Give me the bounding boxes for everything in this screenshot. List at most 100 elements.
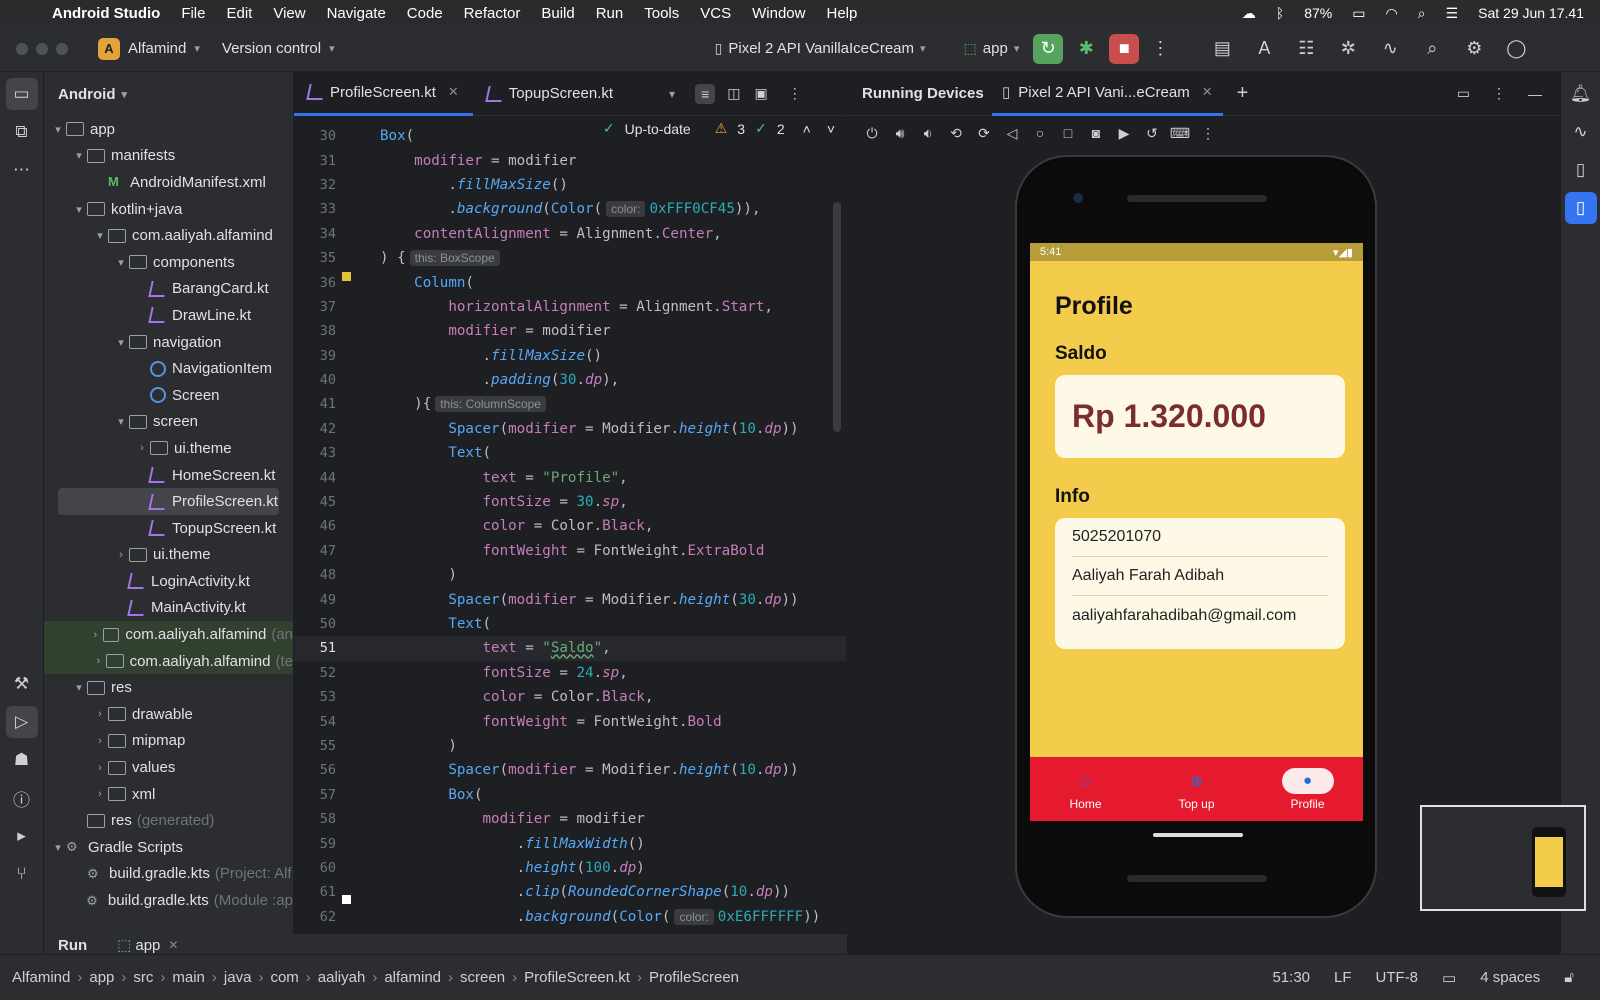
breadcrumb-item[interactable]: ProfileScreen.kt (524, 969, 630, 986)
line-number[interactable]: 55 (294, 738, 350, 754)
tree-item[interactable]: ▾ com.aaliyah.alfamind (44, 222, 293, 249)
problems-icon[interactable]: ⓘ (6, 782, 38, 814)
tree-item[interactable]: HomeScreen.kt (44, 462, 293, 489)
indent-setting[interactable]: 4 spaces (1480, 969, 1540, 987)
reset-icon[interactable]: ↺ (1141, 125, 1163, 142)
file-encoding[interactable]: UTF-8 (1376, 969, 1419, 987)
tree-item[interactable]: ▾ kotlin+java (44, 196, 293, 223)
line-number[interactable]: 41 (294, 396, 350, 412)
code-line[interactable]: 45 fontSize = 30.sp, (294, 490, 846, 514)
code-text[interactable]: color = Color.Black, (380, 689, 654, 705)
tree-item[interactable]: Screen (44, 382, 293, 409)
code-text[interactable]: Column( (380, 275, 474, 291)
chevron-right-icon[interactable]: › (92, 762, 108, 774)
code-text[interactable]: Spacer(modifier = Modifier.height(30.dp)… (380, 592, 798, 608)
more-icon[interactable]: ⋮ (1197, 125, 1219, 142)
window-minimize-button[interactable] (36, 42, 48, 55)
code-text[interactable]: .fillMaxSize() (380, 177, 568, 193)
chevron-down-icon[interactable]: ▾ (50, 841, 66, 854)
code-line[interactable]: 55 ) (294, 734, 846, 758)
menu-file[interactable]: File (181, 5, 205, 22)
home-icon[interactable]: ○ (1029, 125, 1051, 141)
code-line[interactable]: 56 Spacer(modifier = Modifier.height(10.… (294, 758, 846, 782)
code-text[interactable]: Box( (380, 787, 482, 803)
design-view-icon[interactable]: ▣ (754, 85, 767, 102)
run-icon[interactable]: ▷ (5, 706, 38, 738)
editor-scrollbar[interactable] (833, 202, 841, 432)
code-line[interactable]: 33 .background(Color(color: 0xFFF0CF45)), (294, 197, 846, 221)
tree-item[interactable]: ▾ screen (44, 409, 293, 436)
menu-edit[interactable]: Edit (226, 5, 252, 22)
terminal-icon[interactable]: ▸ (6, 820, 38, 852)
breadcrumb-item[interactable]: app (89, 969, 114, 986)
line-number[interactable]: 57 (294, 787, 350, 803)
line-number[interactable]: 43 (294, 445, 350, 461)
color-swatch-icon[interactable] (342, 272, 351, 281)
tree-item[interactable]: BarangCard.kt (44, 276, 293, 303)
volume-down-icon[interactable]: 🔉︎ (917, 125, 939, 142)
chevron-right-icon[interactable]: › (113, 549, 129, 561)
line-number[interactable]: 32 (294, 177, 350, 193)
tree-item[interactable]: ▾ components (44, 249, 293, 276)
tree-item[interactable]: NavigationItem (44, 355, 293, 382)
chevron-down-icon[interactable]: ▾ (92, 229, 108, 242)
code-line[interactable]: 32 .fillMaxSize() (294, 173, 846, 197)
code-line[interactable]: 39 .fillMaxSize() (294, 344, 846, 368)
code-text[interactable]: fontWeight = FontWeight.Bold (380, 714, 722, 730)
code-line[interactable]: 48 ) (294, 563, 846, 587)
code-line[interactable]: 38 modifier = modifier (294, 319, 846, 343)
menu-code[interactable]: Code (407, 5, 443, 22)
breadcrumb-item[interactable]: com (270, 969, 298, 986)
code-line[interactable]: 31 modifier = modifier (294, 148, 846, 172)
volume-up-icon[interactable]: 🔊︎ (889, 125, 911, 142)
chevron-down-icon[interactable]: ▾ (71, 681, 87, 694)
tree-item[interactable]: M AndroidManifest.xml (44, 169, 293, 196)
chevron-right-icon[interactable]: › (91, 655, 107, 667)
tree-item[interactable]: › ui.theme (44, 435, 293, 462)
back-icon[interactable]: ◁ (1001, 125, 1023, 142)
lock-icon[interactable]: 🔓︎ (1564, 969, 1574, 987)
chevron-right-icon[interactable]: › (88, 629, 103, 641)
line-number[interactable]: 59 (294, 836, 350, 852)
power-icon[interactable]: ⏻ (861, 125, 883, 142)
rerun-icon[interactable]: ↻ (1033, 33, 1064, 64)
tree-item[interactable]: › com.aaliyah.alfamind (an (44, 621, 293, 648)
code-text[interactable]: .background(Color(color: 0xE6FFFFFF)) (380, 908, 820, 925)
tree-item[interactable]: › com.aaliyah.alfamind (te (44, 647, 293, 675)
menu-run[interactable]: Run (596, 5, 624, 22)
code-line[interactable]: 42 Spacer(modifier = Modifier.height(10.… (294, 417, 846, 441)
color-swatch-icon[interactable] (342, 895, 351, 904)
code-text[interactable]: modifier = modifier (380, 153, 576, 169)
line-number[interactable]: 33 (294, 201, 350, 217)
git-icon[interactable]: ⑂ (6, 858, 38, 890)
keyboard-icon[interactable]: ⌨ (1169, 125, 1191, 142)
code-text[interactable]: ) (380, 738, 457, 754)
breadcrumb-item[interactable]: screen (460, 969, 505, 986)
code-text[interactable]: .fillMaxWidth() (380, 836, 645, 852)
build-hammer-icon[interactable]: ⚒ (6, 668, 38, 700)
code-line[interactable]: 50 Text( (294, 612, 846, 636)
tree-item[interactable]: MainActivity.kt (44, 595, 293, 622)
chevron-down-icon[interactable]: ▾ (50, 123, 66, 136)
code-area[interactable]: 30 Box(31 modifier = modifier 32 .fillMaxS… (294, 124, 846, 929)
clock[interactable]: Sat 29 Jun 17.41 (1478, 5, 1584, 21)
line-number[interactable]: 62 (294, 909, 350, 925)
menu-help[interactable]: Help (826, 5, 857, 22)
minimize-icon[interactable]: — (1528, 86, 1542, 102)
tab-list-chevron-icon[interactable]: ▾ (669, 87, 675, 101)
search-icon[interactable]: ⌕ (1417, 34, 1447, 64)
line-number[interactable]: 44 (294, 470, 350, 486)
chevron-down-icon[interactable]: ▾ (113, 336, 129, 349)
tree-item[interactable]: › values (44, 754, 293, 781)
code-line[interactable]: 46 color = Color.Black, (294, 514, 846, 538)
stop-icon[interactable]: ■ (1109, 33, 1140, 64)
code-line[interactable]: 35) {this: BoxScope (294, 246, 846, 270)
code-view-icon[interactable]: ≡ (695, 83, 716, 104)
project-view-selector[interactable]: Android ▾ (44, 72, 293, 116)
screen-record-icon[interactable]: ▶ (1113, 125, 1135, 142)
code-text[interactable]: horizontalAlignment = Alignment.Start, (380, 299, 773, 315)
chevron-down-icon[interactable]: ▾ (113, 415, 129, 428)
tree-item[interactable]: ProfileScreen.kt (58, 488, 279, 515)
tab-device[interactable]: ▯ Pixel 2 API Vani...eCream ✕ (992, 72, 1223, 116)
tree-item[interactable]: LoginActivity.kt (44, 568, 293, 595)
